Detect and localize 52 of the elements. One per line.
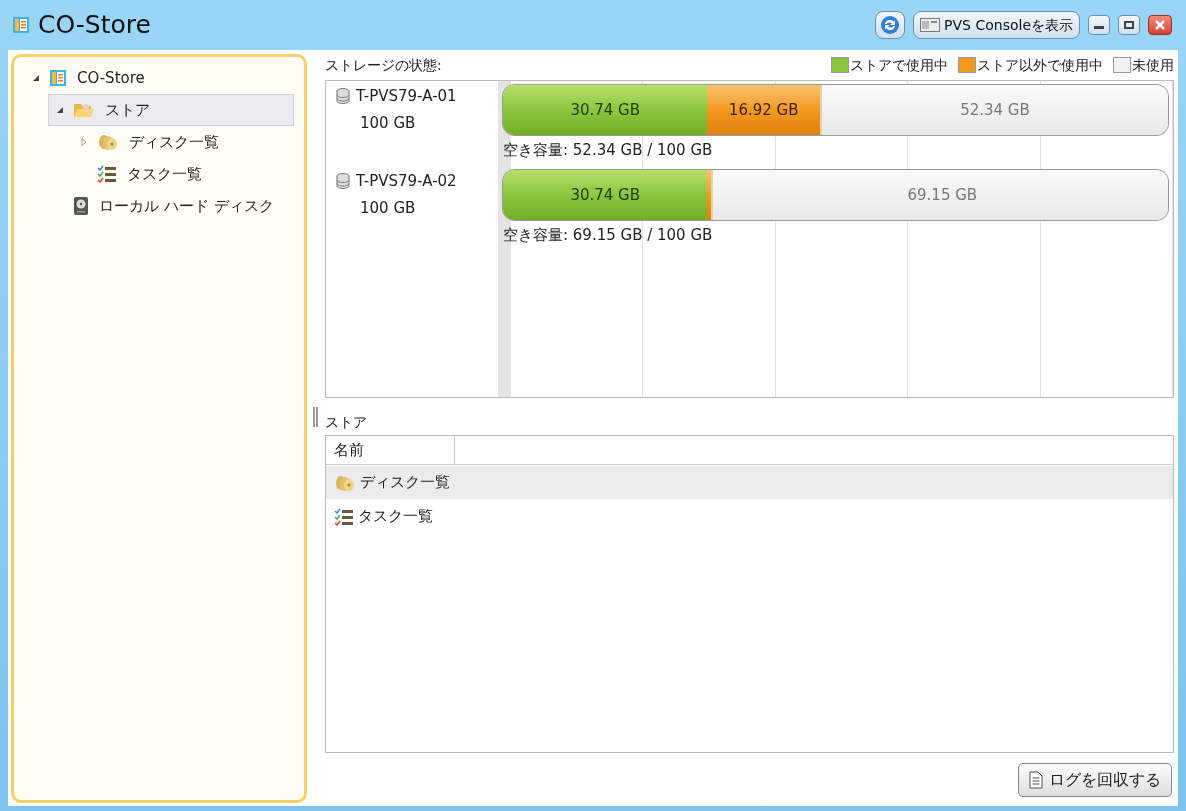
free-space-text: 空き容量: 52.34 GB / 100 GB	[503, 140, 714, 161]
column-header[interactable]: 名前	[326, 436, 455, 464]
tree-item[interactable]: ストア	[48, 94, 294, 126]
usage-segment: 16.92 GB	[707, 85, 820, 135]
legend-label: 未使用	[1132, 55, 1174, 75]
disk-size: 100 GB	[359, 112, 417, 134]
tree-item[interactable]: ディスク一覧	[72, 126, 294, 158]
task-list-icon	[334, 507, 354, 526]
console-icon	[920, 18, 941, 32]
refresh-button[interactable]	[875, 11, 906, 39]
document-icon	[1029, 770, 1043, 789]
disks-icon	[97, 133, 119, 151]
app-icon	[12, 16, 30, 34]
expanded-arrow-icon[interactable]	[32, 74, 40, 82]
usage-segment: 52.34 GB	[819, 85, 1168, 135]
collect-logs-button[interactable]: ログを回収する	[1018, 762, 1172, 797]
close-icon	[1155, 20, 1165, 30]
legend-label: ストア以外で使用中	[977, 55, 1103, 75]
app-icon	[49, 69, 67, 87]
disks-icon	[334, 473, 356, 492]
refresh-icon	[880, 15, 901, 35]
database-icon	[336, 173, 350, 190]
usage-segment: 30.74 GB	[503, 85, 708, 135]
database-icon	[336, 88, 350, 105]
task-list-icon	[97, 165, 117, 183]
table-row[interactable]: ディスク一覧	[326, 466, 1173, 499]
console-button[interactable]: PVS Consoleを表示	[913, 11, 1080, 39]
disk-name: T-PVS79-A-01	[356, 86, 457, 107]
minimize-icon	[1094, 26, 1104, 29]
minimize-button[interactable]	[1088, 15, 1110, 35]
disk-size: 100 GB	[359, 197, 417, 219]
section-title: ストア	[325, 413, 367, 432]
expanded-arrow-icon[interactable]	[56, 106, 64, 114]
usage-segment	[707, 170, 712, 220]
tree-item[interactable]: CO-Store	[24, 62, 294, 94]
legend-label: ストアで使用中	[850, 55, 948, 75]
usage-segment: 69.15 GB	[711, 170, 1168, 220]
tree-item[interactable]: ローカル ハード ディスク	[48, 190, 294, 222]
maximize-button[interactable]	[1118, 15, 1140, 35]
tree-item[interactable]: タスク一覧	[72, 158, 294, 190]
close-button[interactable]	[1148, 15, 1172, 35]
row-name: ディスク一覧	[360, 472, 450, 494]
maximize-icon	[1124, 21, 1134, 29]
folder-icon	[73, 101, 95, 119]
row-name: タスク一覧	[358, 506, 433, 528]
table-row[interactable]: タスク一覧	[326, 500, 1173, 533]
splitter-handle[interactable]	[313, 407, 318, 427]
disk-name: T-PVS79-A-02	[356, 171, 457, 192]
usage-segment: 30.74 GB	[503, 170, 708, 220]
free-space-text: 空き容量: 69.15 GB / 100 GB	[503, 225, 714, 246]
storage-title: ストレージの状態:	[325, 55, 442, 75]
window-title: CO-Store	[38, 9, 151, 42]
